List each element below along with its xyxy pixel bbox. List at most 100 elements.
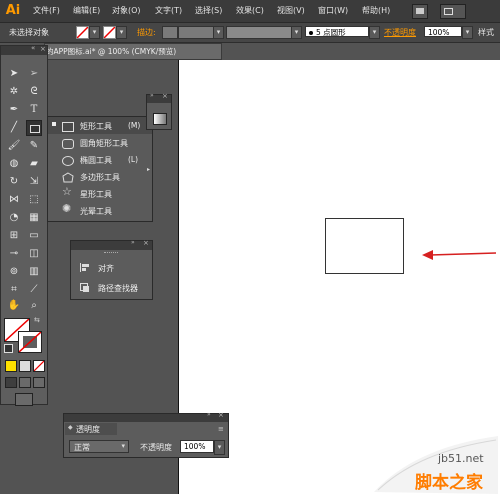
flyout-rounded-rectangle-label[interactable]: 圆角矩形工具 bbox=[80, 138, 128, 149]
variable-width-profile[interactable] bbox=[226, 26, 292, 39]
hand-tool-icon[interactable]: ✋ bbox=[6, 298, 22, 314]
menu-file[interactable]: 文件(F) bbox=[33, 4, 60, 18]
none-slash-icon bbox=[33, 360, 45, 372]
arrange-documents-button[interactable] bbox=[440, 4, 466, 19]
eraser-tool-icon[interactable]: ▰ bbox=[26, 156, 42, 172]
mesh-tool-icon[interactable]: ⊞ bbox=[6, 228, 22, 244]
paintbrush-tool-icon[interactable]: 🖌 bbox=[6, 138, 22, 154]
zoom-tool-icon[interactable]: ⌕ bbox=[26, 298, 42, 314]
menu-edit[interactable]: 编辑(E) bbox=[73, 4, 100, 18]
stroke-color-box[interactable] bbox=[18, 331, 42, 353]
profile-dropdown[interactable]: ▾ bbox=[291, 26, 302, 39]
collapse-icon[interactable]: » bbox=[131, 239, 135, 246]
stroke-dropdown[interactable]: ▾ bbox=[116, 26, 127, 39]
collapse-icon[interactable]: « bbox=[31, 44, 35, 52]
bridge-button[interactable] bbox=[412, 4, 428, 19]
swap-fill-stroke-icon[interactable]: ⇆ bbox=[34, 316, 40, 324]
pen-tool-icon[interactable]: ✒ bbox=[6, 102, 22, 118]
gradient-panel-icon[interactable] bbox=[153, 113, 167, 125]
blob-brush-tool-icon[interactable]: ◍ bbox=[6, 156, 22, 172]
opacity-input[interactable]: 100% bbox=[424, 26, 462, 37]
perspective-grid-tool-icon[interactable]: ▦ bbox=[26, 210, 42, 226]
shape-builder-tool-icon[interactable]: ◔ bbox=[6, 210, 22, 226]
none-mode-icon[interactable] bbox=[33, 360, 45, 372]
pathfinder-panel-label[interactable]: 路径查找器 bbox=[98, 283, 138, 294]
tearoff-arrow-icon[interactable]: ▸ bbox=[147, 166, 150, 173]
gradient-mode-icon[interactable] bbox=[19, 360, 31, 372]
rectangle-tool-active[interactable] bbox=[26, 120, 42, 136]
lasso-tool-icon[interactable]: ᘓ bbox=[26, 84, 42, 100]
symbol-sprayer-tool-icon[interactable]: ⊚ bbox=[6, 264, 22, 280]
flyout-flare-label[interactable]: 光晕工具 bbox=[80, 206, 112, 217]
collapse-icon[interactable]: » bbox=[207, 411, 211, 418]
stroke-label[interactable]: 描边: bbox=[137, 26, 156, 39]
transparency-tab[interactable]: ◆ 透明度 bbox=[65, 423, 117, 435]
close-icon[interactable]: × bbox=[218, 411, 224, 419]
rotate-tool-icon[interactable]: ↻ bbox=[6, 174, 22, 190]
scale-tool-icon[interactable]: ⇲ bbox=[26, 174, 42, 190]
panel-grip[interactable] bbox=[104, 252, 118, 255]
menu-help[interactable]: 帮助(H) bbox=[362, 4, 390, 18]
eyedropper-tool-icon[interactable]: ⊸ bbox=[6, 246, 22, 262]
fill-swatch[interactable] bbox=[76, 26, 89, 39]
rectangle-object[interactable] bbox=[325, 218, 404, 274]
color-mode-icon[interactable] bbox=[5, 360, 17, 372]
blend-tool-icon[interactable]: ◫ bbox=[26, 246, 42, 262]
close-icon[interactable]: × bbox=[40, 45, 46, 53]
align-panel-header[interactable]: » × bbox=[71, 239, 152, 250]
stroke-weight-dropdown[interactable]: ▾ bbox=[213, 26, 224, 39]
small-panel-header[interactable]: » × bbox=[147, 92, 171, 103]
close-icon[interactable]: × bbox=[143, 239, 149, 247]
draw-inside-icon[interactable] bbox=[33, 377, 45, 388]
draw-behind-icon[interactable] bbox=[19, 377, 31, 388]
stroke-weight-stepper[interactable] bbox=[162, 26, 178, 39]
draw-normal-icon[interactable] bbox=[5, 377, 17, 388]
flyout-star-label[interactable]: 星形工具 bbox=[80, 189, 112, 200]
column-graph-tool-icon[interactable]: ▥ bbox=[26, 264, 42, 280]
transparency-opacity-input[interactable]: 100% bbox=[180, 440, 214, 453]
artboard-tool-icon[interactable]: ⌗ bbox=[6, 282, 22, 298]
free-transform-tool-icon[interactable]: ⬚ bbox=[26, 192, 42, 208]
brush-dropdown[interactable]: ▾ bbox=[369, 26, 380, 39]
blend-mode-select[interactable]: 正常 ▾ bbox=[69, 440, 129, 453]
transparency-panel-header[interactable]: » × bbox=[64, 411, 228, 422]
menu-effect[interactable]: 效果(C) bbox=[236, 4, 264, 18]
menu-window[interactable]: 窗口(W) bbox=[318, 4, 348, 18]
screen-mode-icon[interactable] bbox=[15, 393, 33, 406]
brush-definition[interactable]: 5 点圆形 bbox=[305, 26, 369, 37]
default-colors-icon[interactable] bbox=[4, 344, 13, 353]
gradient-tool-icon[interactable]: ▭ bbox=[26, 228, 42, 244]
collapse-icon[interactable]: » bbox=[150, 92, 154, 99]
stroke-swatch[interactable] bbox=[103, 26, 116, 39]
tab-arrow-icon: ◆ bbox=[68, 424, 73, 431]
stroke-weight-input[interactable] bbox=[178, 26, 214, 39]
pencil-tool-icon[interactable]: ✎ bbox=[26, 138, 42, 154]
transparency-opacity-dropdown[interactable]: ▾ bbox=[214, 440, 225, 455]
panel-menu-icon[interactable]: ≡ bbox=[218, 425, 224, 433]
direct-selection-tool-icon[interactable]: ➢ bbox=[26, 66, 42, 82]
menu-type[interactable]: 文字(T) bbox=[155, 4, 182, 18]
menu-select[interactable]: 选择(S) bbox=[195, 4, 222, 18]
flyout-rectangle-label[interactable]: 矩形工具 bbox=[80, 121, 112, 132]
fill-dropdown[interactable]: ▾ bbox=[89, 26, 100, 39]
style-label[interactable]: 样式 bbox=[478, 26, 494, 39]
rounded-rectangle-icon bbox=[62, 139, 74, 149]
star-icon: ☆ bbox=[62, 185, 72, 198]
close-icon[interactable]: × bbox=[162, 92, 168, 100]
flyout-ellipse-label[interactable]: 椭圆工具 bbox=[80, 155, 112, 166]
width-tool-icon[interactable]: ⋈ bbox=[6, 192, 22, 208]
type-tool-icon[interactable]: T bbox=[26, 102, 42, 118]
tools-panel-header[interactable]: « × bbox=[1, 44, 47, 55]
chevron-down-icon: ▾ bbox=[121, 442, 125, 450]
line-segment-tool-icon[interactable]: ╱ bbox=[6, 120, 22, 136]
magic-wand-tool-icon[interactable]: ✲ bbox=[6, 84, 22, 100]
selection-tool-icon[interactable]: ➤ bbox=[6, 66, 22, 82]
flyout-rectangle-shortcut: (M) bbox=[128, 121, 141, 130]
align-panel-label[interactable]: 对齐 bbox=[98, 263, 114, 274]
slice-tool-icon[interactable]: ⟋ bbox=[26, 282, 42, 298]
menu-object[interactable]: 对象(O) bbox=[112, 4, 141, 18]
opacity-dropdown[interactable]: ▾ bbox=[462, 26, 473, 39]
opacity-link[interactable]: 不透明度 bbox=[384, 26, 416, 39]
menu-view[interactable]: 视图(V) bbox=[277, 4, 305, 18]
flyout-polygon-label[interactable]: 多边形工具 bbox=[80, 172, 120, 183]
